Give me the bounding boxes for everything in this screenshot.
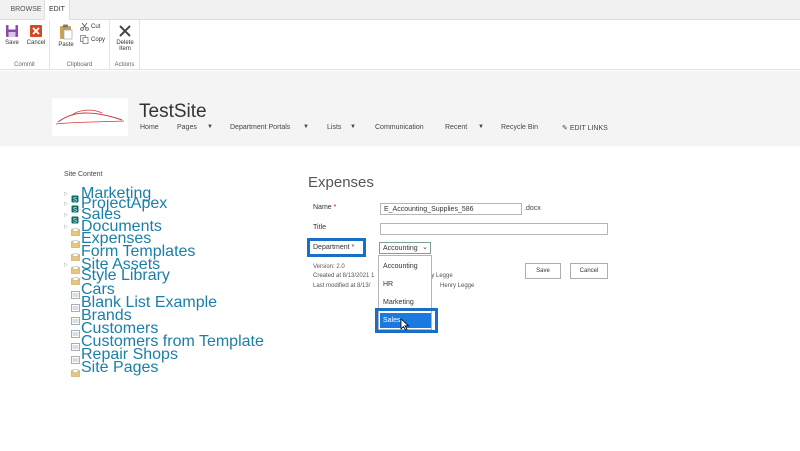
cancel-button[interactable]: Cancel — [570, 263, 608, 279]
page-title: Expenses — [308, 174, 374, 191]
commit-group-label: Commit — [14, 62, 35, 68]
version-text: Version: 2.0 — [313, 264, 345, 270]
name-label-text: Name — [313, 204, 332, 211]
delete-icon — [119, 25, 131, 37]
delete-item-button[interactable]: Delete Item — [113, 24, 137, 52]
list-icon — [71, 338, 80, 351]
car-logo-icon — [55, 109, 125, 125]
option-hr[interactable]: HR — [383, 281, 393, 288]
mouse-cursor-icon — [400, 318, 410, 331]
nav-home[interactable]: Home — [140, 124, 159, 131]
library-icon — [71, 248, 80, 261]
clipboard-group: Paste Cut Copy Clipboard — [50, 20, 110, 70]
option-accounting[interactable]: Accounting — [383, 263, 418, 270]
quick-launch-item[interactable]: Site Pages — [64, 359, 158, 377]
title-field[interactable] — [380, 223, 608, 235]
nav-communication[interactable]: Communication — [375, 124, 424, 131]
library-icon — [71, 272, 80, 285]
delete-item-label: Delete Item — [116, 40, 134, 52]
ribbon-tab-bar: BROWSE EDIT — [0, 0, 800, 21]
edit-links[interactable]: ✎ EDIT LINKS — [562, 124, 608, 132]
created-text: Created at 8/13/2021 1 — [313, 273, 375, 279]
save-button[interactable]: Save — [525, 263, 561, 279]
library-icon — [71, 364, 80, 377]
modified-text: Last modified at 8/13/ — [313, 283, 371, 289]
quick-launch-item-label: Site Pages — [81, 359, 159, 376]
cut-button[interactable]: Cut — [80, 22, 100, 31]
site-logo[interactable] — [52, 98, 128, 136]
clipboard-group-label: Clipboard — [66, 62, 93, 68]
list-icon — [71, 351, 80, 364]
title-label: Title — [313, 224, 326, 231]
cut-label: Cut — [91, 23, 101, 30]
paste-icon — [60, 24, 73, 40]
tab-edit[interactable]: EDIT — [44, 0, 70, 21]
tab-browse[interactable]: BROWSE — [4, 0, 48, 20]
department-select-value: Accounting — [383, 245, 418, 252]
nav-recent[interactable]: Recent — [445, 124, 467, 131]
chevron-down-icon: ⌄ — [422, 244, 428, 251]
list-icon — [71, 286, 80, 299]
actions-group-label: Actions — [114, 62, 135, 68]
copy-icon — [80, 35, 89, 44]
required-mark: * — [351, 244, 355, 251]
save-ribbon-label: Save — [5, 40, 19, 46]
nav-pages[interactable]: Pages — [177, 124, 197, 131]
modified-by-text[interactable]: Henry Legge — [440, 283, 474, 289]
edit-links-label: EDIT LINKS — [569, 125, 608, 132]
list-icon — [71, 312, 80, 325]
pencil-icon: ✎ — [562, 125, 568, 132]
file-extension: .docx — [524, 205, 541, 212]
option-marketing[interactable]: Marketing — [383, 299, 414, 306]
commit-group: Save Cancel Commit — [0, 20, 50, 70]
cancel-ribbon-button[interactable]: Cancel — [25, 24, 47, 46]
nav-department-portals-caret-icon[interactable]: ▼ — [303, 124, 309, 130]
nav-pages-caret-icon[interactable]: ▼ — [207, 124, 213, 130]
nav-lists-caret-icon[interactable]: ▼ — [350, 124, 356, 130]
name-label: Name * — [313, 204, 336, 211]
cancel-ribbon-label: Cancel — [26, 40, 46, 46]
list-icon — [71, 325, 80, 338]
department-label: Department * — [313, 244, 354, 251]
name-field[interactable]: E_Accounting_Supplies_586 — [380, 203, 522, 215]
nav-recycle-bin[interactable]: Recycle Bin — [501, 124, 538, 131]
nav-lists[interactable]: Lists — [327, 124, 341, 131]
required-mark: * — [333, 204, 337, 211]
copy-button[interactable]: Copy — [80, 35, 105, 44]
list-icon — [71, 299, 80, 312]
department-select[interactable]: Accounting ⌄ — [379, 242, 431, 254]
library-icon — [71, 235, 80, 248]
scissors-icon — [80, 22, 89, 31]
site-title[interactable]: TestSite — [139, 101, 207, 123]
save-ribbon-button[interactable]: Save — [2, 24, 22, 46]
paste-button[interactable]: Paste — [54, 24, 78, 48]
department-label-text: Department — [313, 244, 350, 251]
actions-group: Delete Item Actions — [110, 20, 140, 70]
nav-recent-caret-icon[interactable]: ▼ — [478, 124, 484, 130]
cancel-icon — [30, 25, 42, 37]
save-icon — [6, 25, 18, 37]
nav-department-portals[interactable]: Department Portals — [230, 124, 290, 131]
paste-label: Paste — [58, 42, 74, 48]
ribbon: Save Cancel Commit Paste Cut Copy Clipbo… — [0, 20, 800, 70]
site-content-heading[interactable]: Site Content — [64, 171, 103, 178]
copy-label: Copy — [91, 36, 106, 43]
